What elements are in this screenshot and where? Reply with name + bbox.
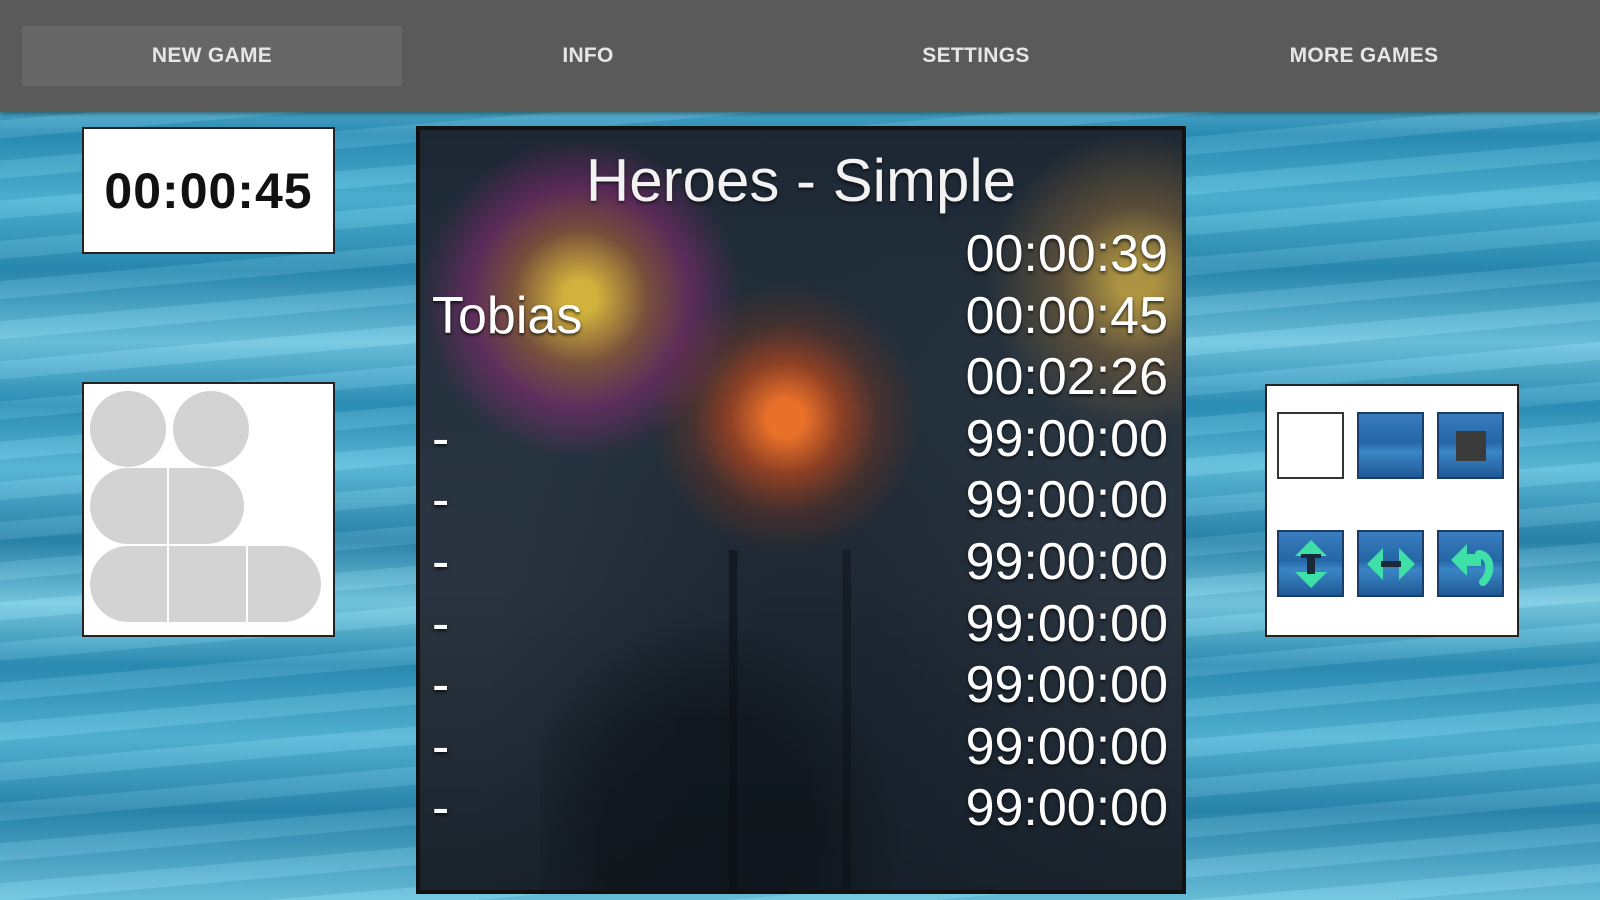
blank-tile-button[interactable] bbox=[1277, 412, 1344, 479]
player-name: - bbox=[432, 717, 450, 776]
highscore-row: - 99:00:00 bbox=[432, 593, 1168, 655]
menu-bar: NEW GAME INFO SETTINGS MORE GAMES bbox=[0, 0, 1600, 112]
player-time: 99:00:00 bbox=[965, 656, 1168, 715]
tab-more-games[interactable]: MORE GAMES bbox=[1174, 26, 1554, 86]
highscore-row: 00:02:26 bbox=[432, 346, 1168, 408]
flip-vertical-button[interactable] bbox=[1277, 530, 1344, 597]
undo-arrow-icon bbox=[1450, 543, 1493, 586]
piece-preview-shape bbox=[90, 391, 321, 622]
highscore-row: - 99:00:00 bbox=[432, 531, 1168, 593]
player-time: 99:00:00 bbox=[965, 409, 1168, 468]
stop-square-icon bbox=[1455, 430, 1486, 461]
highscore-row: Tobias 00:00:45 bbox=[432, 285, 1168, 347]
player-name: - bbox=[432, 471, 450, 530]
highscore-row: - 99:00:00 bbox=[432, 654, 1168, 716]
highscore-list: 00:00:39 Tobias 00:00:45 00:02:26 - 99:00:… bbox=[432, 223, 1168, 839]
highscore-row: - 99:00:00 bbox=[432, 469, 1168, 531]
player-time: 00:00:39 bbox=[965, 225, 1168, 283]
player-name: - bbox=[432, 594, 450, 653]
piece-preview-panel bbox=[82, 382, 335, 637]
piece-cell bbox=[248, 546, 321, 622]
flip-vertical-icon bbox=[1294, 539, 1327, 588]
player-time: 99:00:00 bbox=[965, 532, 1168, 591]
piece-cell bbox=[169, 468, 244, 544]
stop-button[interactable] bbox=[1437, 412, 1504, 479]
tab-new-game[interactable]: NEW GAME bbox=[22, 26, 402, 86]
tools-panel bbox=[1265, 384, 1519, 637]
undo-button[interactable] bbox=[1437, 530, 1504, 597]
highscore-row: - 99:00:00 bbox=[432, 408, 1168, 470]
player-time: 99:00:00 bbox=[965, 779, 1168, 838]
piece-cell bbox=[169, 546, 246, 622]
player-name: - bbox=[432, 656, 450, 715]
timer-value: 00:00:45 bbox=[104, 162, 313, 219]
piece-cell bbox=[173, 391, 249, 467]
player-time: 99:00:00 bbox=[965, 717, 1168, 776]
highscore-title: Heroes - Simple bbox=[585, 147, 1017, 214]
piece-cell bbox=[90, 391, 166, 467]
flip-horizontal-button[interactable] bbox=[1357, 530, 1424, 597]
flip-horizontal-icon bbox=[1366, 547, 1415, 580]
player-name: Tobias bbox=[432, 286, 583, 345]
highscore-board: Heroes - Simple 00:00:39 Tobias 00:00:45 … bbox=[416, 126, 1186, 894]
timer-panel: 00:00:45 bbox=[82, 127, 335, 254]
highscore-row: - 99:00:00 bbox=[432, 777, 1168, 839]
piece-cell bbox=[90, 468, 167, 544]
player-time: 00:02:26 bbox=[965, 348, 1168, 407]
player-time: 00:00:45 bbox=[965, 286, 1168, 345]
player-time: 99:00:00 bbox=[965, 471, 1168, 530]
tab-settings[interactable]: SETTINGS bbox=[786, 26, 1166, 86]
player-name: - bbox=[432, 532, 450, 591]
piece-cell bbox=[90, 546, 167, 622]
player-name: - bbox=[432, 779, 450, 838]
player-time: 99:00:00 bbox=[965, 594, 1168, 653]
water-tile-button[interactable] bbox=[1357, 412, 1424, 479]
tab-info[interactable]: INFO bbox=[398, 26, 778, 86]
player-name: - bbox=[432, 409, 450, 468]
highscore-row: - 99:00:00 bbox=[432, 716, 1168, 778]
highscore-row: 00:00:39 bbox=[432, 223, 1168, 285]
